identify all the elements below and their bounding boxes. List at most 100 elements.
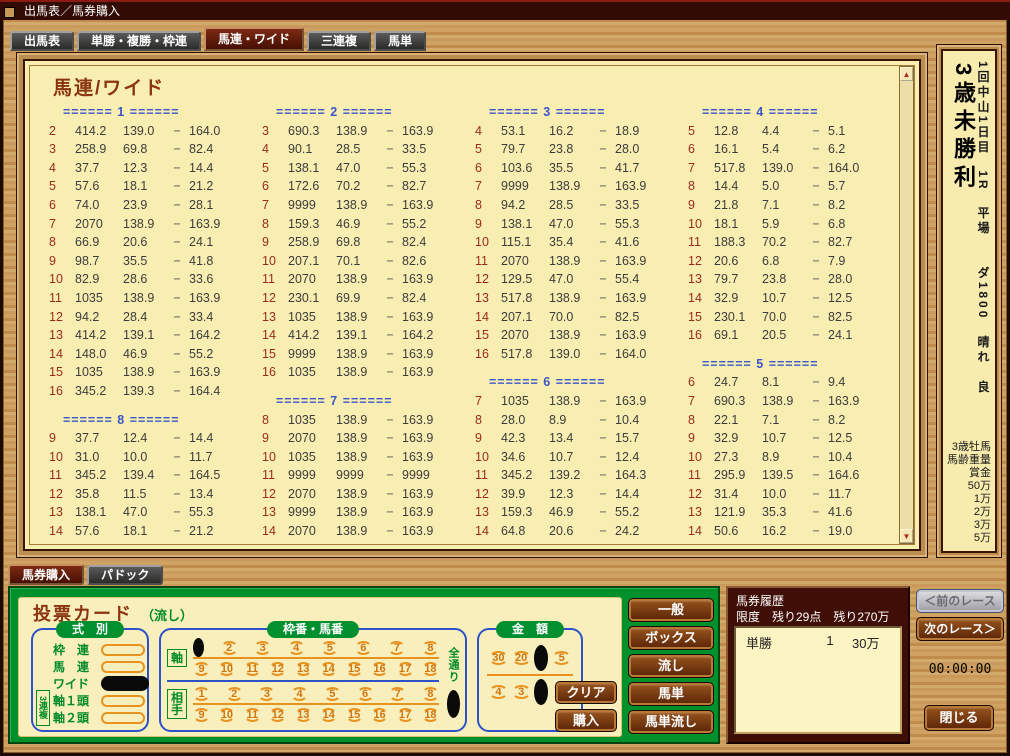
odds-row: 7690.3138.9−163.9: [688, 394, 891, 413]
bet-type-mark[interactable]: [101, 644, 145, 656]
odds-row: 16345.2139.3−164.4: [49, 384, 262, 403]
purchase-button[interactable]: 購入: [555, 709, 617, 732]
amount-mark[interactable]: 4: [489, 685, 508, 699]
amount-mark-filled[interactable]: [534, 679, 548, 705]
number-mark[interactable]: 15: [346, 708, 363, 722]
bet-type-mark[interactable]: [101, 712, 145, 724]
odds-row: 81035138.9−163.9: [262, 413, 475, 432]
bet-type-mark[interactable]: [101, 695, 145, 707]
bet-history-panel: 馬券履歴 限度 残り29点 残り270万 単勝130万: [726, 586, 910, 744]
top-tab-馬単[interactable]: 馬単: [374, 31, 426, 51]
bottom-tab-パドック[interactable]: パドック: [87, 565, 163, 585]
number-mark[interactable]: 13: [295, 708, 312, 722]
vote-card-subtitle: （流し）: [141, 608, 193, 623]
mode-button-馬単流し[interactable]: 馬単流し: [628, 710, 714, 734]
bet-type-label: 軸２頭: [53, 709, 101, 726]
prev-race-button[interactable]: ＜前のレース: [916, 589, 1004, 613]
number-mark[interactable]: 12: [269, 708, 286, 722]
all-combinations-mark[interactable]: [447, 690, 460, 718]
odds-row: 1450.616.2−19.0: [688, 524, 891, 543]
top-tab-単勝・複勝・枠連[interactable]: 単勝・複勝・枠連: [77, 31, 201, 51]
top-tab-bar: 出馬表単勝・複勝・枠連馬連・ワイド三連複馬単: [10, 27, 429, 52]
clear-button[interactable]: クリア: [555, 681, 617, 704]
number-mark[interactable]: 13: [295, 662, 312, 676]
title-bar: 出馬表／馬券購入: [0, 0, 1010, 20]
bet-type-row: 軸２頭: [53, 709, 141, 726]
scroll-up-button[interactable]: ▲: [900, 67, 913, 81]
mode-button-ボックス[interactable]: ボックス: [628, 626, 714, 650]
number-mark[interactable]: 2: [221, 641, 238, 655]
bet-type-row: 枠 連: [53, 641, 141, 658]
number-mark[interactable]: 5: [321, 641, 338, 655]
bet-type-label: ワイド: [53, 675, 101, 692]
scroll-down-button[interactable]: ▼: [900, 529, 913, 543]
odds-row: 10115.135.4−41.6: [475, 235, 688, 254]
number-mark[interactable]: 18: [422, 708, 439, 722]
number-mark[interactable]: 4: [288, 641, 305, 655]
number-mark[interactable]: 9: [193, 708, 210, 722]
number-mark[interactable]: 6: [357, 687, 374, 701]
odds-row: 151035138.9−163.9: [49, 365, 262, 384]
odds-row: 921.87.1−8.2: [688, 198, 891, 217]
mode-button-馬単[interactable]: 馬単: [628, 682, 714, 706]
all-combinations: 全通り: [443, 644, 463, 718]
amount-mark[interactable]: 30: [489, 651, 508, 665]
number-mark[interactable]: 8: [422, 641, 439, 655]
bottom-tab-馬券購入[interactable]: 馬券購入: [8, 564, 84, 585]
number-mark[interactable]: 6: [355, 641, 372, 655]
race-detail-line: 1万: [945, 493, 991, 506]
number-mark[interactable]: 3: [258, 687, 275, 701]
number-mark[interactable]: 14: [320, 662, 337, 676]
odds-row: 616.15.4−6.2: [688, 142, 891, 161]
mode-button-一般[interactable]: 一般: [628, 598, 714, 622]
odds-row: 14414.2139.1−164.2: [262, 328, 475, 347]
odds-row: 142070138.9−163.9: [262, 524, 475, 543]
race-name: 3歳未勝利: [947, 63, 979, 193]
bet-type-mark[interactable]: [101, 661, 145, 673]
number-mark[interactable]: 7: [389, 687, 406, 701]
number-mark[interactable]: 11: [244, 662, 261, 676]
race-info-sidebar: 1回中山1日目 1R 平場 ダ1800 晴れ 良 3歳未勝利 3歳牡馬馬齢重量賞…: [936, 44, 1002, 558]
amount-mark[interactable]: 3: [512, 685, 531, 699]
odds-table: ====== 1 ======2414.2139.0−164.03258.969…: [49, 105, 891, 543]
mode-button-流し[interactable]: 流し: [628, 654, 714, 678]
number-mark[interactable]: 4: [291, 687, 308, 701]
number-mark[interactable]: 8: [422, 687, 439, 701]
number-mark[interactable]: 2: [226, 687, 243, 701]
number-mark[interactable]: 18: [422, 662, 439, 676]
betting-panel: 投票カード（流し） 式 別 3連複 枠 連馬 連ワイド軸１頭軸２頭 枠番・馬番 …: [8, 586, 720, 744]
amount-mark[interactable]: 20: [512, 651, 531, 665]
number-mark[interactable]: 1: [193, 687, 210, 701]
amount-mark-filled[interactable]: [534, 645, 548, 671]
top-tab-出馬表[interactable]: 出馬表: [10, 31, 74, 51]
number-mark[interactable]: 7: [388, 641, 405, 655]
number-mark[interactable]: 5: [324, 687, 341, 701]
number-mark[interactable]: 17: [397, 708, 414, 722]
number-mark[interactable]: 10: [218, 708, 235, 722]
odds-scrollbar[interactable]: ▲ ▼: [899, 66, 914, 544]
odds-row: 11295.9139.5−164.6: [688, 468, 891, 487]
odds-row: 1669.120.5−24.1: [688, 328, 891, 347]
bet-history-list: 単勝130万: [734, 626, 902, 734]
odds-section-header: ====== 3 ======: [475, 105, 688, 124]
odds-row: 16517.8139.0−164.0: [475, 347, 688, 366]
system-menu-icon[interactable]: [4, 7, 15, 18]
number-mark[interactable]: 10: [218, 662, 235, 676]
number-mark[interactable]: 14: [320, 708, 337, 722]
number-mark-filled[interactable]: [193, 638, 204, 657]
bet-type-row: ワイド: [53, 675, 141, 692]
bet-type-mark-filled[interactable]: [101, 676, 149, 691]
amount-mark[interactable]: 5: [552, 651, 571, 665]
close-button[interactable]: 閉じる: [924, 705, 994, 731]
top-tab-三連複[interactable]: 三連複: [307, 31, 371, 51]
number-mark[interactable]: 16: [371, 708, 388, 722]
number-mark[interactable]: 16: [371, 662, 388, 676]
number-mark[interactable]: 15: [346, 662, 363, 676]
top-tab-馬連・ワイド[interactable]: 馬連・ワイド: [204, 27, 304, 51]
number-mark[interactable]: 17: [397, 662, 414, 676]
number-mark[interactable]: 3: [254, 641, 271, 655]
next-race-button[interactable]: 次のレース＞: [916, 617, 1004, 641]
number-mark[interactable]: 12: [269, 662, 286, 676]
number-mark[interactable]: 9: [193, 662, 210, 676]
number-mark[interactable]: 11: [244, 708, 261, 722]
